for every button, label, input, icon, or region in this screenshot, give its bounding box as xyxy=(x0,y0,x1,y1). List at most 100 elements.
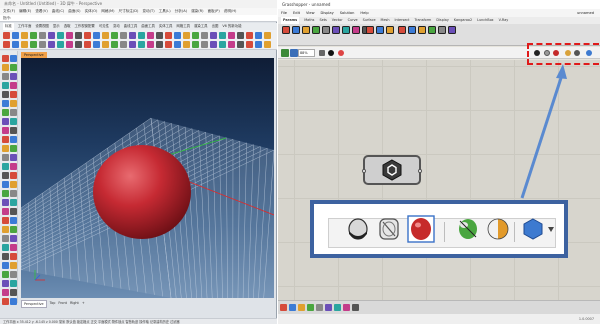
rhino-tool-icon[interactable] xyxy=(192,32,199,39)
rhino-tool-icon[interactable] xyxy=(120,41,127,48)
rhino-tool-icon[interactable] xyxy=(30,32,37,39)
rhino-tab[interactable]: 曲面工具 xyxy=(141,23,155,30)
rhino-tool-icon[interactable] xyxy=(2,235,9,242)
gh-tab-vray[interactable]: V-Ray xyxy=(499,17,509,24)
gh-tab-params[interactable]: Params xyxy=(281,17,300,24)
rhino-menu-surface[interactable]: 曲面(S) xyxy=(68,8,80,15)
grasshopper-component-icon[interactable] xyxy=(438,26,446,34)
rhino-tool-icon[interactable] xyxy=(2,181,9,188)
rhino-tool-icon[interactable] xyxy=(237,32,244,39)
canvas-tool-icon[interactable] xyxy=(325,304,332,311)
rhino-tool-icon[interactable] xyxy=(2,271,9,278)
rhino-tool-icon[interactable] xyxy=(30,41,37,48)
gh-tab-transform[interactable]: Transform xyxy=(415,17,432,24)
rhino-tool-icon[interactable] xyxy=(2,91,9,98)
rhino-tool-icon[interactable] xyxy=(210,32,217,39)
document-preview-settings-icon[interactable] xyxy=(487,218,509,240)
rhino-tool-icon[interactable] xyxy=(84,32,91,39)
rhino-command-line[interactable]: 指令: xyxy=(0,15,277,22)
rhino-tool-icon[interactable] xyxy=(264,41,271,48)
rhino-tool-icon[interactable] xyxy=(183,41,190,48)
rhino-tool-icon[interactable] xyxy=(102,32,109,39)
rhino-tab[interactable]: 出图 xyxy=(212,23,219,30)
rhino-menu-dimension[interactable]: 尺寸标注(D) xyxy=(119,8,139,15)
chevron-down-icon[interactable] xyxy=(548,227,554,232)
grasshopper-canvas[interactable] xyxy=(278,60,600,300)
rhino-tool-icon[interactable] xyxy=(129,41,136,48)
rhino-tool-icon[interactable] xyxy=(147,41,154,48)
rhino-tool-icon[interactable] xyxy=(2,100,9,107)
rhino-tool-icon[interactable] xyxy=(66,41,73,48)
rhino-tool-icon[interactable] xyxy=(174,41,181,48)
rhino-tool-icon[interactable] xyxy=(21,32,28,39)
red-sphere[interactable] xyxy=(93,145,191,239)
rhino-menu-tools[interactable]: 工具(L) xyxy=(159,8,171,15)
rhino-menu-curve[interactable]: 曲线(C) xyxy=(52,8,65,15)
rhino-tool-icon[interactable] xyxy=(2,118,9,125)
rhino-tool-icon[interactable] xyxy=(111,32,118,39)
rhino-tool-icon[interactable] xyxy=(165,41,172,48)
rhino-tool-icon[interactable] xyxy=(10,172,17,179)
rhino-tool-icon[interactable] xyxy=(183,32,190,39)
eye-icon[interactable] xyxy=(328,50,334,56)
rhino-tool-icon[interactable] xyxy=(10,73,17,80)
rhino-tool-icon[interactable] xyxy=(57,41,64,48)
rhino-tool-icon[interactable] xyxy=(10,181,17,188)
add-viewport-tab-button[interactable]: + xyxy=(82,300,85,308)
rhino-tool-icon[interactable] xyxy=(48,41,55,48)
gh-tab-display[interactable]: Display xyxy=(436,17,449,24)
gh-menu-display[interactable]: Display xyxy=(321,9,334,17)
rhino-tool-icon[interactable] xyxy=(12,41,19,48)
gh-menu-help[interactable]: Help xyxy=(360,9,368,17)
canvas-tool-icon[interactable] xyxy=(307,304,314,311)
rhino-tool-icon[interactable] xyxy=(246,32,253,39)
rhino-tool-icon[interactable] xyxy=(10,253,17,260)
rhino-tool-icon[interactable] xyxy=(3,41,10,48)
rhino-tool-icon[interactable] xyxy=(255,32,262,39)
rhino-menu-edit[interactable]: 编辑(E) xyxy=(19,8,31,15)
gh-menu-edit[interactable]: Edit xyxy=(293,9,300,17)
rhino-menu-analyze[interactable]: 分析(A) xyxy=(175,8,187,15)
rhino-tool-icon[interactable] xyxy=(10,145,17,152)
rhino-tool-icon[interactable] xyxy=(264,32,271,39)
rhino-tool-icon[interactable] xyxy=(2,154,9,161)
rhino-tool-icon[interactable] xyxy=(2,280,9,287)
grasshopper-component-icon[interactable] xyxy=(332,26,340,34)
rhino-tool-icon[interactable] xyxy=(2,226,9,233)
rhino-tool-icon[interactable] xyxy=(10,208,17,215)
rhino-tool-icon[interactable] xyxy=(192,41,199,48)
rhino-tool-icon[interactable] xyxy=(39,41,46,48)
rhino-tool-icon[interactable] xyxy=(147,32,154,39)
rhino-tool-icon[interactable] xyxy=(2,262,9,269)
rhino-tool-icon[interactable] xyxy=(10,55,17,62)
rhino-tool-icon[interactable] xyxy=(10,271,17,278)
sketch-icon[interactable] xyxy=(338,50,344,56)
rhino-tab[interactable]: 显示 xyxy=(53,23,60,30)
rhino-tool-icon[interactable] xyxy=(12,32,19,39)
rhino-tool-icon[interactable] xyxy=(10,136,17,143)
rhino-tool-icon[interactable] xyxy=(174,32,181,39)
rhino-tool-icon[interactable] xyxy=(120,32,127,39)
perspective-viewport[interactable] xyxy=(21,58,274,298)
rhino-menu-render[interactable]: 渲染(R) xyxy=(191,8,204,15)
canvas-tool-icon[interactable] xyxy=(280,304,287,311)
rhino-tool-icon[interactable] xyxy=(2,55,9,62)
rhino-tool-icon[interactable] xyxy=(138,32,145,39)
rhino-tool-icon[interactable] xyxy=(2,289,9,296)
rhino-menu-transform[interactable]: 变动(T) xyxy=(142,8,154,15)
rhino-tool-icon[interactable] xyxy=(201,41,208,48)
rhino-tool-icon[interactable] xyxy=(2,244,9,251)
rhino-tool-icon[interactable] xyxy=(219,41,226,48)
canvas-tool-icon[interactable] xyxy=(289,304,296,311)
rhino-tool-icon[interactable] xyxy=(10,127,17,134)
rhino-tab[interactable]: 工作平面 xyxy=(18,23,32,30)
viewport-tab-front[interactable]: Front xyxy=(58,300,67,308)
rhino-tool-icon[interactable] xyxy=(129,32,136,39)
rhino-tool-icon[interactable] xyxy=(10,190,17,197)
rhino-tool-icon[interactable] xyxy=(228,32,235,39)
rhino-tool-icon[interactable] xyxy=(93,41,100,48)
rhino-tool-icon[interactable] xyxy=(84,41,91,48)
canvas-tool-icon[interactable] xyxy=(334,304,341,311)
rhino-tool-icon[interactable] xyxy=(10,91,17,98)
grasshopper-component-icon[interactable] xyxy=(302,26,310,34)
